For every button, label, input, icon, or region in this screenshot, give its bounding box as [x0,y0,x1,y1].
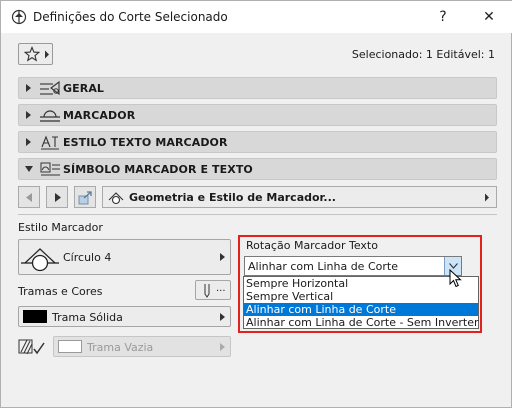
section-label: SÍMBOLO MARCADOR E TEXTO [63,163,253,176]
solid-fill-swatch [23,310,47,323]
option-sempre-vertical[interactable]: Sempre Vertical [244,290,478,303]
favorites-button[interactable] [18,43,53,65]
expand-arrow-icon [26,84,31,92]
title-bar: Definições do Corte Selecionado ? ✕ [1,1,512,33]
window-title: Definições do Corte Selecionado [33,10,228,24]
divider [18,214,497,215]
section-geral[interactable]: GERAL [18,77,497,99]
option-sempre-horizontal[interactable]: Sempre Horizontal [244,277,478,290]
chevron-left-icon [26,193,32,202]
pen-more-label: ... [216,283,226,294]
chevron-right-icon [45,50,49,59]
marker-geometry-icon [108,192,124,205]
section-label: MARCADOR [63,109,136,122]
rotation-options-list: Sempre Horizontal Sempre Vertical Alinha… [243,276,479,329]
chevron-right-icon [55,193,61,202]
section-estilo-texto[interactable]: ESTILO TEXTO MARCADOR [18,131,497,153]
marker-style-popup[interactable]: Círculo 4 [18,239,231,275]
marker-icon [40,110,60,122]
background-fill-icon [18,339,45,355]
pen-icon [204,284,210,298]
option-alinhar-linha-corte[interactable]: Alinhar com Linha de Corte [244,303,478,316]
dialog-window: Definições do Corte Selecionado ? ✕ Sele… [0,0,512,408]
option-alinhar-sem-inverter[interactable]: Alinhar com Linha de Corte - Sem Inverte… [244,316,479,329]
export-icon [78,191,92,205]
chevron-right-icon [485,193,489,202]
text-style-icon [41,135,59,150]
background-fill-value: Trama Vazia [87,341,154,354]
estilo-marcador-label: Estilo Marcador [18,221,103,234]
subpanel-navigation: Geometria e Estilo de Marcador... [18,186,497,208]
star-icon [24,46,40,62]
collapse-arrow-icon [25,166,33,172]
help-button[interactable]: ? [431,5,455,29]
expand-arrow-icon [26,138,31,146]
section-label: GERAL [63,82,105,95]
popup-arrow-icon [220,342,225,351]
general-settings-icon [40,80,60,96]
tramas-cores-label: Tramas e Cores [18,285,103,298]
mouse-cursor-icon [449,269,462,288]
previous-button[interactable] [18,186,40,208]
expand-arrow-icon [26,111,31,119]
section-simbolo-marcador[interactable]: SÍMBOLO MARCADOR E TEXTO [18,158,497,180]
section-marcador[interactable]: MARCADOR [18,104,497,126]
background-fill-popup[interactable]: Trama Vazia [53,336,231,357]
section-app-icon [11,9,27,25]
panel-selector-label: Geometria e Estilo de Marcador... [129,191,336,204]
symbol-text-icon [40,162,60,176]
marker-style-value: Círculo 4 [63,251,112,264]
close-button[interactable]: ✕ [477,5,501,29]
empty-fill-swatch [58,340,82,353]
next-button[interactable] [46,186,68,208]
popup-arrow-icon [220,253,225,261]
panel-options-button[interactable] [74,186,96,208]
panel-selector[interactable]: Geometria e Estilo de Marcador... [102,186,497,208]
section-label: ESTILO TEXTO MARCADOR [63,136,228,149]
selection-status: Selecionado: 1 Editável: 1 [351,48,495,61]
rotation-dropdown[interactable]: Alinhar com Linha de Corte [244,256,462,276]
pen-picker-button[interactable]: ... [195,280,231,300]
fill-type-value: Trama Sólida [52,311,123,324]
rotation-label: Rotação Marcador Texto [246,239,378,252]
popup-arrow-icon [220,312,225,321]
fill-type-popup[interactable]: Trama Sólida [18,306,231,327]
rotation-dropdown-value: Alinhar com Linha de Corte [248,260,398,273]
marker-circle-preview-icon [21,248,59,272]
